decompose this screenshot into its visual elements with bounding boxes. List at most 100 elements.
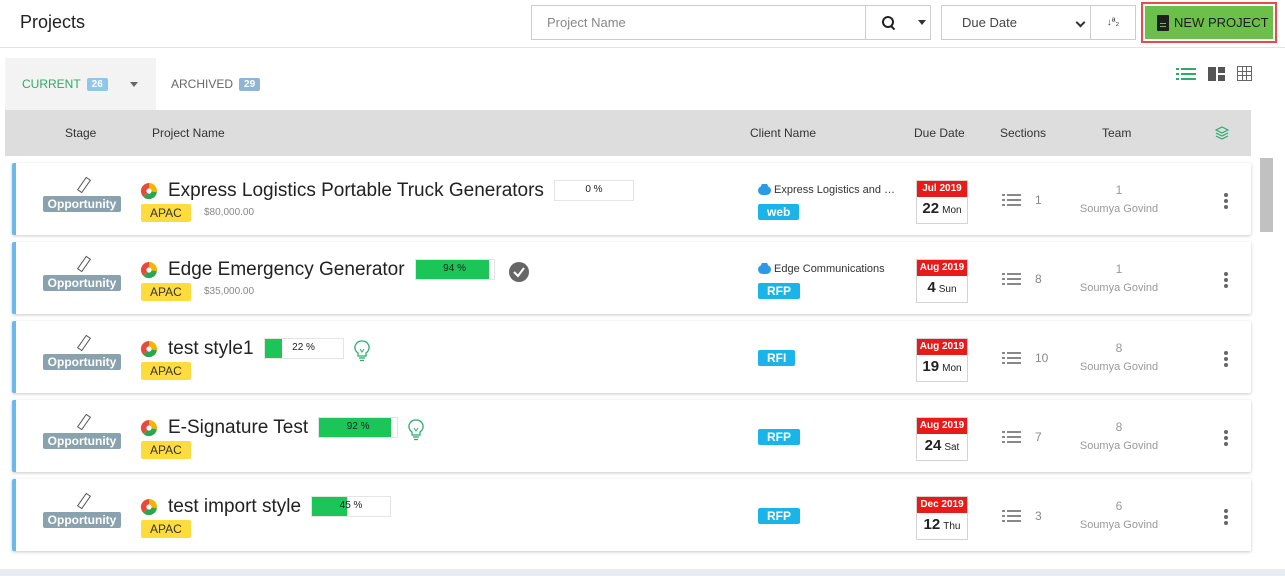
team-member: Soumya Govind bbox=[1079, 519, 1159, 531]
more-options-icon[interactable] bbox=[1224, 272, 1228, 288]
new-project-button[interactable]: NEW PROJECT bbox=[1145, 6, 1273, 39]
pie-chart-icon[interactable] bbox=[140, 419, 158, 437]
project-name[interactable]: Edge Emergency Generator bbox=[168, 259, 405, 281]
client-name-text: Express Logistics and … bbox=[774, 184, 896, 196]
due-month: Aug 2019 bbox=[917, 339, 967, 355]
sort-select-value: Due Date bbox=[962, 15, 1017, 30]
column-sections[interactable]: Sections bbox=[1000, 126, 1046, 140]
progress-label: 92 % bbox=[346, 421, 370, 432]
progress-label: 22 % bbox=[292, 342, 315, 353]
pie-chart-icon[interactable] bbox=[140, 498, 158, 516]
project-name[interactable]: test import style bbox=[168, 496, 301, 518]
team-cell[interactable]: 8 Soumya Govind bbox=[1063, 420, 1175, 452]
sections-cell[interactable]: 1 bbox=[1002, 193, 1042, 207]
column-team[interactable]: Team bbox=[1102, 126, 1131, 140]
sections-cell[interactable]: 10 bbox=[1002, 351, 1048, 365]
stage-cell: Opportunity bbox=[36, 177, 128, 213]
project-type-badge: RFP bbox=[758, 429, 800, 445]
column-due-date[interactable]: Due Date bbox=[914, 126, 965, 140]
progress-label: 0 % bbox=[585, 184, 603, 195]
team-cell[interactable]: 8 Soumya Govind bbox=[1063, 341, 1175, 373]
team-member: Soumya Govind bbox=[1079, 361, 1159, 373]
list-icon bbox=[1002, 352, 1021, 364]
sections-cell[interactable]: 7 bbox=[1002, 430, 1042, 444]
due-weekday: Thu bbox=[943, 521, 961, 532]
client-name[interactable]: Express Logistics and … bbox=[758, 184, 895, 196]
more-options-icon[interactable] bbox=[1224, 351, 1228, 367]
sort-direction-button[interactable]: ↓ª₂ bbox=[1091, 5, 1136, 40]
scrollbar[interactable] bbox=[1260, 158, 1273, 232]
stage-badge: Opportunity bbox=[42, 196, 122, 212]
grid-view-icon[interactable] bbox=[1237, 66, 1252, 81]
check-circle-icon[interactable] bbox=[508, 262, 529, 282]
layers-icon[interactable] bbox=[1215, 126, 1229, 140]
cloud-icon bbox=[758, 184, 771, 195]
tab-current[interactable]: CURRENT 26 bbox=[5, 58, 156, 110]
lightbulb-icon[interactable] bbox=[353, 340, 370, 362]
board-view-icon[interactable] bbox=[1208, 66, 1225, 81]
column-client-name[interactable]: Client Name bbox=[750, 126, 816, 140]
more-options-icon[interactable] bbox=[1224, 430, 1228, 446]
sections-count: 1 bbox=[1035, 193, 1042, 207]
search-button[interactable] bbox=[865, 5, 931, 40]
column-stage[interactable]: Stage bbox=[65, 126, 96, 140]
pencil-icon[interactable] bbox=[75, 177, 89, 193]
tab-archived-count: 29 bbox=[239, 77, 261, 91]
stage-cell: Opportunity bbox=[36, 414, 128, 450]
chevron-down-icon[interactable] bbox=[129, 81, 138, 87]
due-month: Aug 2019 bbox=[917, 418, 967, 434]
project-name[interactable]: test style1 bbox=[168, 338, 254, 360]
pie-chart-icon[interactable] bbox=[140, 261, 158, 279]
team-count: 1 bbox=[1115, 262, 1123, 276]
sections-cell[interactable]: 8 bbox=[1002, 272, 1042, 286]
team-cell[interactable]: 6 Soumya Govind bbox=[1063, 499, 1175, 531]
list-icon bbox=[1002, 194, 1021, 206]
pencil-icon[interactable] bbox=[75, 493, 89, 509]
tab-archived-label: ARCHIVED bbox=[171, 77, 234, 91]
new-project-label: NEW PROJECT bbox=[1174, 15, 1269, 30]
pie-chart-icon[interactable] bbox=[140, 340, 158, 358]
stage-badge: Opportunity bbox=[42, 275, 122, 291]
project-row[interactable]: Opportunity test style1 22 % APAC RFI Au… bbox=[12, 321, 1251, 393]
lightbulb-icon[interactable] bbox=[408, 419, 424, 441]
region-badge: APAC bbox=[141, 441, 191, 459]
project-row[interactable]: Opportunity Express Logistics Portable T… bbox=[12, 163, 1251, 235]
pencil-icon[interactable] bbox=[75, 256, 89, 272]
list-icon bbox=[1002, 273, 1021, 285]
project-name[interactable]: E-Signature Test bbox=[168, 417, 308, 439]
due-weekday: Mon bbox=[942, 363, 962, 374]
sections-cell[interactable]: 3 bbox=[1002, 509, 1042, 523]
region-badge: APAC bbox=[141, 520, 191, 538]
due-month: Jul 2019 bbox=[917, 181, 967, 197]
sort-select[interactable]: Due Date bbox=[941, 5, 1091, 40]
client-name[interactable]: Edge Communications bbox=[758, 263, 885, 275]
progress-label: 45 % bbox=[339, 500, 363, 511]
due-month: Aug 2019 bbox=[917, 260, 967, 276]
project-name[interactable]: Express Logistics Portable Truck Generat… bbox=[168, 180, 544, 202]
due-date-calendar: Aug 2019 4 Sun bbox=[916, 259, 968, 303]
team-member: Soumya Govind bbox=[1079, 203, 1159, 215]
team-member: Soumya Govind bbox=[1079, 282, 1159, 294]
progress-bar: 94 % bbox=[414, 259, 495, 280]
pencil-icon[interactable] bbox=[75, 335, 89, 351]
team-cell[interactable]: 1 Soumya Govind bbox=[1063, 183, 1175, 215]
team-cell[interactable]: 1 Soumya Govind bbox=[1063, 262, 1175, 294]
project-row[interactable]: Opportunity test import style 45 % APAC … bbox=[12, 479, 1251, 551]
table-header: Stage Project Name Client Name Due Date … bbox=[5, 110, 1251, 156]
list-view-icon[interactable] bbox=[1176, 67, 1196, 81]
search-input[interactable] bbox=[531, 5, 866, 40]
progress-bar: 22 % bbox=[263, 338, 344, 359]
tab-archived[interactable]: ARCHIVED 29 bbox=[171, 58, 261, 110]
pie-chart-icon[interactable] bbox=[140, 182, 158, 200]
team-count: 6 bbox=[1115, 499, 1123, 513]
due-weekday: Sun bbox=[938, 284, 957, 295]
more-options-icon[interactable] bbox=[1224, 509, 1228, 525]
project-row[interactable]: Opportunity E-Signature Test 92 % APAC R… bbox=[12, 400, 1251, 472]
team-count: 8 bbox=[1115, 341, 1123, 355]
pencil-icon[interactable] bbox=[75, 414, 89, 430]
more-options-icon[interactable] bbox=[1224, 193, 1228, 209]
column-project-name[interactable]: Project Name bbox=[152, 126, 225, 140]
cloud-icon bbox=[758, 263, 771, 274]
due-month: Dec 2019 bbox=[917, 497, 967, 513]
project-row[interactable]: Opportunity Edge Emergency Generator 94 … bbox=[12, 242, 1251, 314]
